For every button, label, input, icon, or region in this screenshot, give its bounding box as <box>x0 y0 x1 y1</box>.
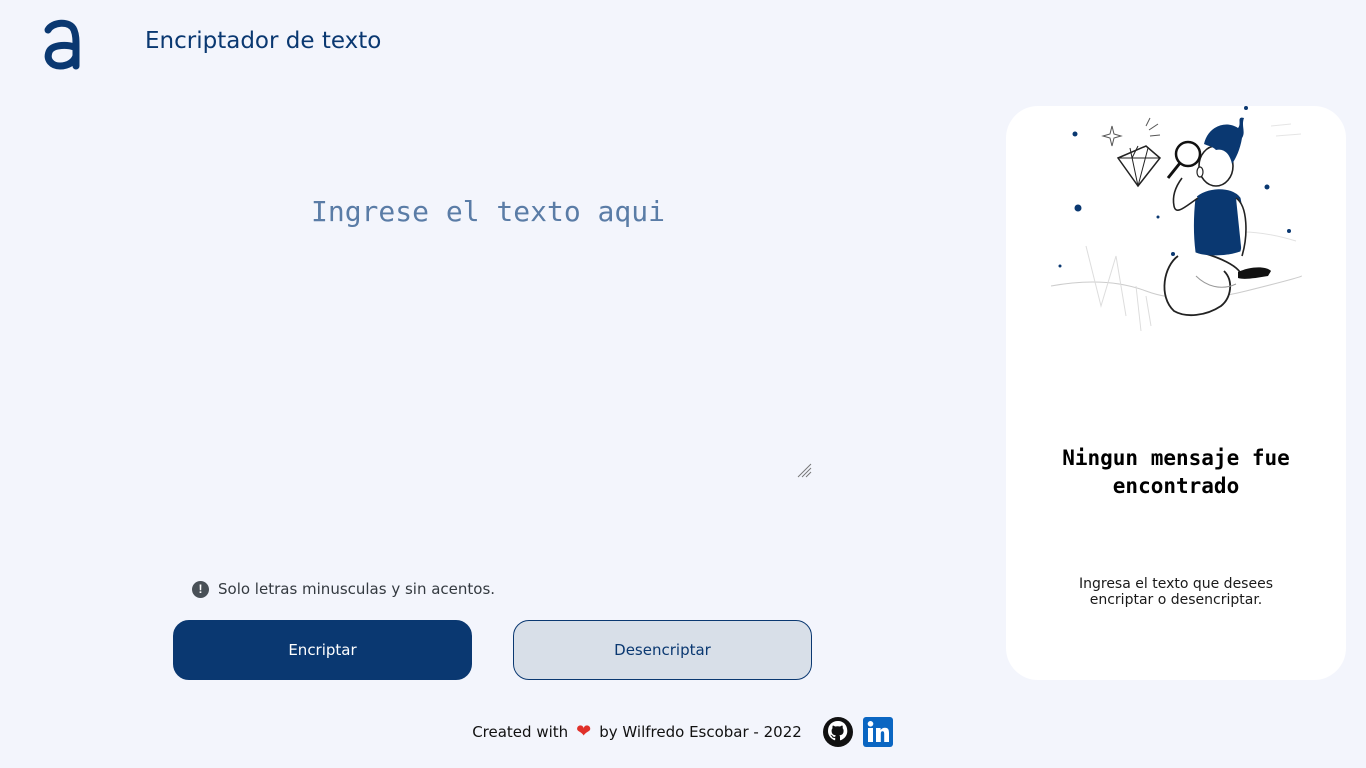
exclamation-circle-icon: ! <box>192 580 209 598</box>
empty-message-title: Ningun mensaje fue encontrado <box>1062 446 1290 498</box>
hint: ! Solo letras minusculas y sin acentos. <box>192 580 495 598</box>
text-input[interactable] <box>160 180 816 482</box>
empty-message-text: Ingresa el texto que desees encriptar o … <box>1078 576 1273 608</box>
footer-author: by Wilfredo Escobar - 2022 <box>599 723 802 741</box>
output-panel: Ningun mensaje fue encontrado Ingresa el… <box>1006 106 1346 680</box>
footer: Created with ❤ by Wilfredo Escobar - 202… <box>0 716 1366 748</box>
github-icon[interactable] <box>822 716 854 748</box>
linkedin-icon[interactable] <box>862 716 894 748</box>
hint-text: Solo letras minusculas y sin acentos. <box>218 580 496 598</box>
alura-logo-icon[interactable] <box>40 18 84 70</box>
encrypt-button[interactable]: Encriptar <box>173 620 472 680</box>
app-title: Encriptador de texto <box>145 28 382 54</box>
heart-icon: ❤ <box>576 721 592 742</box>
decrypt-button[interactable]: Desencriptar <box>513 620 812 680</box>
footer-created-with: Created with <box>472 723 569 741</box>
resize-handle-icon[interactable] <box>796 462 812 478</box>
person-with-magnifier-illustration <box>1050 106 1302 332</box>
